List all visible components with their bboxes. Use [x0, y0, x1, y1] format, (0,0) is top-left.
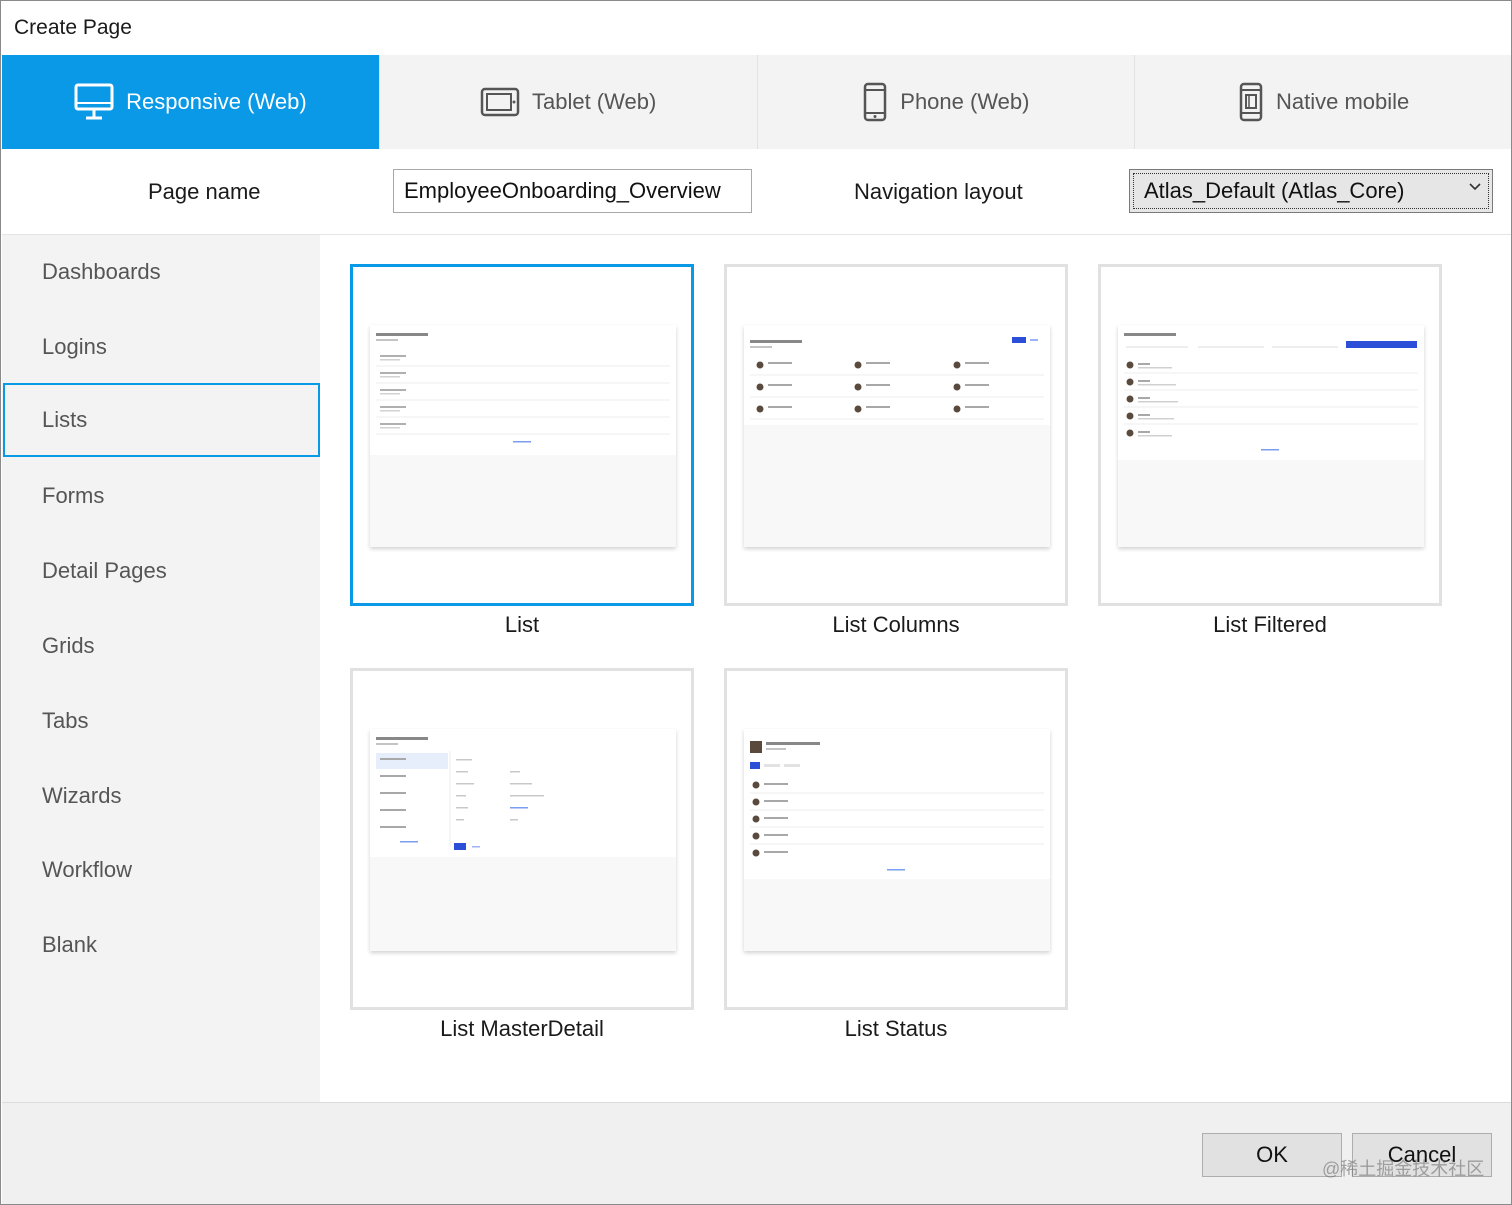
template-thumbnail: [370, 729, 676, 951]
sidebar-item-label: Wizards: [42, 783, 122, 808]
page-name-input[interactable]: [393, 169, 752, 213]
page-settings-row: Page name Navigation layout Atlas_Defaul…: [2, 149, 1511, 235]
sidebar-item-label: Dashboards: [42, 259, 161, 284]
tab-label: Phone (Web): [900, 89, 1030, 114]
template-label: List Status: [844, 1016, 948, 1041]
template-thumbnail: [744, 325, 1050, 547]
watermark: @稀土掘金技术社区: [1322, 1159, 1485, 1179]
dialog-title: Create Page: [14, 16, 132, 39]
sidebar-item-label: Grids: [42, 633, 95, 658]
navigation-layout-select[interactable]: Atlas_Default (Atlas_Core): [1129, 169, 1493, 213]
tablet-icon: [480, 86, 520, 118]
template-label: List MasterDetail: [440, 1016, 604, 1041]
sidebar-item-tabs[interactable]: Tabs: [3, 684, 320, 758]
chevron-down-icon: [1468, 180, 1482, 199]
template-label: List Filtered: [1213, 612, 1327, 637]
sidebar-item-workflow[interactable]: Workflow: [3, 833, 320, 907]
sidebar-item-detail-pages[interactable]: Detail Pages: [3, 534, 320, 608]
monitor-icon: [74, 82, 114, 122]
template-card-list[interactable]: [350, 264, 694, 606]
tab-native-mobile[interactable]: Native mobile: [1135, 55, 1511, 149]
category-sidebar: Dashboards Logins Lists Forms Detail Pag…: [2, 235, 320, 1102]
tab-label: Tablet (Web): [531, 89, 657, 114]
sidebar-item-label: Tabs: [42, 708, 89, 733]
sidebar-item-label: Forms: [42, 483, 105, 508]
page-name-label: Page name: [148, 179, 261, 204]
template-label: List: [504, 612, 540, 637]
template-label: List Columns: [832, 612, 960, 637]
device-tabs: Responsive (Web) Tablet (Web) Phone (Web…: [2, 55, 1511, 149]
sidebar-item-blank[interactable]: Blank: [3, 908, 320, 982]
navigation-layout-value: Atlas_Default (Atlas_Core): [1144, 178, 1405, 203]
template-card-list-filtered[interactable]: [1098, 264, 1442, 606]
create-page-dialog: Create Page Responsive (Web) Tablet (Web…: [0, 0, 1512, 1205]
phone-icon: [862, 82, 888, 122]
navigation-layout-label: Navigation layout: [854, 179, 1023, 204]
sidebar-item-label: Workflow: [42, 857, 133, 882]
sidebar-item-forms[interactable]: Forms: [3, 459, 320, 533]
sidebar-item-logins[interactable]: Logins: [3, 310, 320, 384]
sidebar-item-wizards[interactable]: Wizards: [3, 759, 320, 833]
sidebar-item-label: Lists: [42, 407, 88, 432]
dialog-footer: OK Cancel @稀土掘金技术社区: [2, 1102, 1511, 1204]
template-thumbnail: [744, 729, 1050, 951]
native-mobile-icon: [1238, 82, 1264, 122]
title-bar: Create Page: [1, 1, 1511, 55]
template-thumbnail: [1118, 325, 1424, 547]
template-card-list-columns[interactable]: [724, 264, 1068, 606]
tab-label: Responsive (Web): [126, 89, 307, 114]
template-card-list-status[interactable]: [724, 668, 1068, 1010]
ok-button[interactable]: OK: [1202, 1133, 1342, 1177]
sidebar-item-lists[interactable]: Lists: [3, 383, 320, 457]
template-gallery: List List Columns List Filtered List Mas…: [320, 235, 1511, 1102]
tab-tablet-web[interactable]: Tablet (Web): [380, 55, 758, 149]
sidebar-item-label: Detail Pages: [42, 558, 167, 583]
template-thumbnail: [370, 325, 676, 547]
template-card-list-masterdetail[interactable]: [350, 668, 694, 1010]
tab-label: Native mobile: [1275, 89, 1410, 114]
sidebar-item-grids[interactable]: Grids: [3, 609, 320, 683]
tab-phone-web[interactable]: Phone (Web): [758, 55, 1136, 149]
tab-responsive-web[interactable]: Responsive (Web): [2, 55, 380, 149]
sidebar-item-dashboards[interactable]: Dashboards: [3, 235, 320, 309]
sidebar-item-label: Logins: [42, 334, 107, 359]
sidebar-item-label: Blank: [42, 932, 98, 957]
